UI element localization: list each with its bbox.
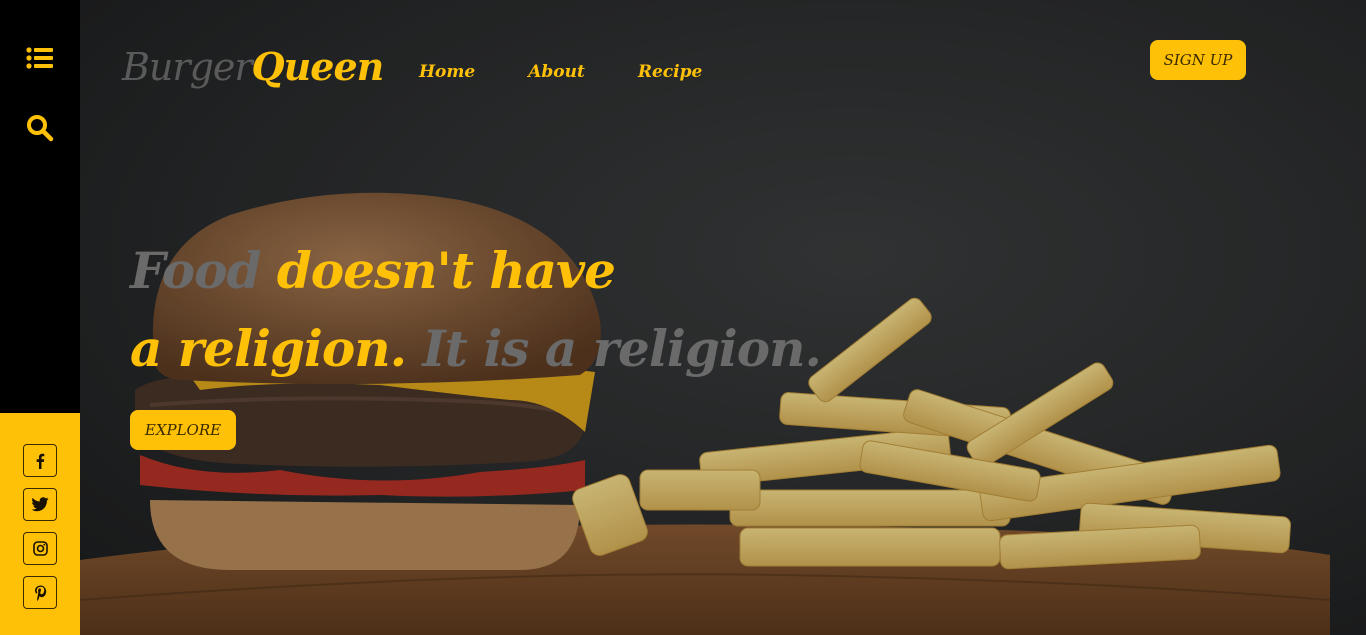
nav-recipe[interactable]: Recipe	[638, 62, 702, 82]
search-icon	[27, 115, 54, 142]
nav-about[interactable]: About	[528, 62, 585, 82]
left-sidebar	[0, 0, 80, 635]
main-nav: Home About Recipe	[419, 62, 702, 82]
explore-button[interactable]: EXPLORE	[130, 410, 236, 450]
sidebar-top	[0, 0, 80, 413]
headline-line1-grey: Food	[130, 241, 261, 300]
facebook-icon	[36, 453, 45, 469]
pinterest-icon	[34, 585, 46, 601]
hero-headline: Food doesn't have a religion. It is a re…	[130, 232, 830, 388]
facebook-link[interactable]	[23, 444, 57, 477]
headline-line2-grey: It is a religion.	[406, 319, 821, 378]
headline-line2-yellow: a religion.	[130, 319, 407, 378]
signup-button[interactable]: SIGN UP	[1150, 40, 1246, 80]
brand-part-2: Queen	[251, 44, 385, 89]
menu-button[interactable]	[20, 38, 60, 78]
nav-home[interactable]: Home	[419, 62, 475, 82]
headline-line1-yellow: doesn't have	[260, 241, 616, 300]
instagram-link[interactable]	[23, 532, 57, 565]
social-links	[0, 413, 80, 635]
hero-section: BurgerQueen Home About Recipe SIGN UP Fo…	[80, 0, 1366, 635]
brand-logo[interactable]: BurgerQueen	[122, 44, 385, 89]
brand-part-1: Burger	[122, 45, 253, 89]
pinterest-link[interactable]	[23, 576, 57, 609]
instagram-icon	[32, 541, 48, 556]
twitter-link[interactable]	[23, 488, 57, 521]
search-button[interactable]	[20, 108, 60, 148]
twitter-icon	[31, 497, 49, 512]
list-icon	[26, 47, 53, 69]
